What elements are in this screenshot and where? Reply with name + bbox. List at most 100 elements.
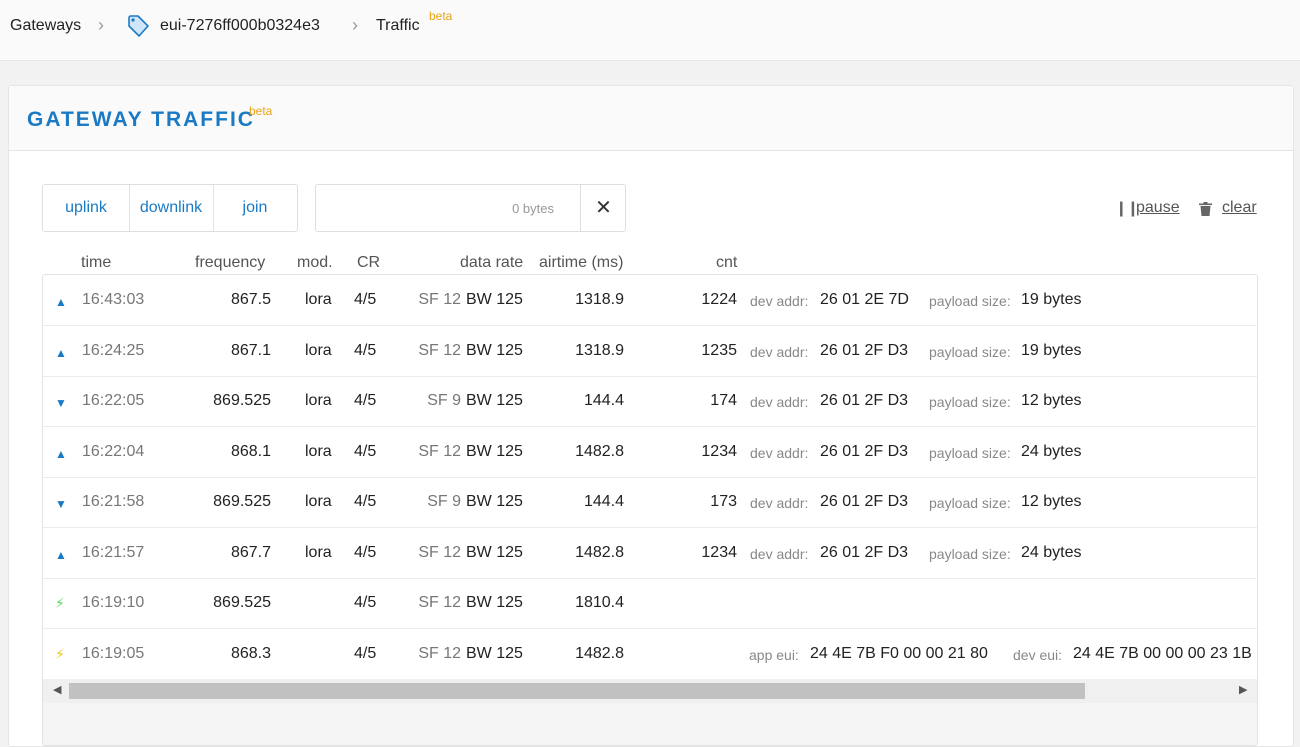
row-modulation: lora [305, 392, 332, 409]
row-frequency: 869.525 [213, 493, 271, 510]
row-value-1: 26 01 2F D3 [820, 543, 909, 561]
row-value-1: 26 01 2F D3 [820, 493, 909, 510]
pause-icon: ❙❙ [1115, 200, 1139, 217]
row-value-2: 12 bytes [1021, 493, 1082, 510]
uplink-arrow-icon: ▲ [55, 345, 67, 360]
breadcrumb: Gateways › eui-7276ff000b0324e3 › Traffi… [0, 0, 1300, 61]
row-bandwidth: BW 125 [466, 442, 523, 460]
row-label-1: dev addr: [750, 495, 809, 511]
pause-button[interactable]: pause [1136, 199, 1180, 217]
payload-filter-input[interactable] [316, 185, 566, 231]
row-airtime: 1482.8 [575, 543, 624, 561]
row-frequency: 868.1 [230, 442, 271, 460]
row-value-2: 12 bytes [1021, 392, 1082, 409]
table-row[interactable]: ▲ 16:43:03 867.5 lora 4/5 SF 12 BW 125 1318.9 12… [43, 275, 1257, 326]
row-time: 16:24:25 [82, 341, 145, 359]
row-label-2: payload size: [929, 293, 1011, 309]
scrollbar-thumb[interactable] [69, 683, 1085, 699]
row-cnt: 1234 [701, 442, 737, 460]
column-header-modulation: mod. [297, 254, 333, 271]
scroll-left-icon[interactable]: ◀ [53, 683, 61, 696]
row-cr: 4/5 [354, 644, 377, 662]
row-label-1: app eui: [749, 646, 799, 663]
column-header-time: time [81, 254, 112, 271]
chevron-right-icon: › [352, 15, 358, 35]
row-value-1: 26 01 2F D3 [820, 392, 909, 409]
table-row[interactable]: ▼ 16:22:05 869.525 lora 4/5 SF 9 BW 125 144.4 17… [43, 376, 1257, 427]
row-bandwidth: BW 125 [466, 392, 523, 409]
column-header-cr: CR [357, 254, 381, 271]
row-time: 16:19:05 [82, 644, 145, 662]
row-label-2: payload size: [929, 545, 1011, 562]
row-airtime: 1810.4 [575, 594, 624, 611]
table-row[interactable]: ⚡ 16:19:05 868.3 4/5 SF 12 BW 125 1482.8 app eu… [43, 629, 1257, 680]
filter-uplink-button[interactable]: uplink [43, 185, 129, 231]
breadcrumb-gateway-id[interactable]: eui-7276ff000b0324e3 [160, 17, 320, 35]
card-header: GATEWAY TRAFFIC beta [9, 86, 1293, 151]
row-label-1: dev addr: [750, 293, 809, 309]
scroll-right-icon[interactable]: ▶ [1239, 683, 1247, 696]
row-time: 16:22:04 [82, 442, 145, 460]
row-time: 16:43:03 [82, 291, 145, 308]
breadcrumb-gateways[interactable]: Gateways [10, 17, 81, 35]
row-time: 16:21:58 [82, 493, 145, 510]
row-value-2: 19 bytes [1021, 341, 1082, 359]
table-row[interactable]: ▲ 16:21:57 867.7 lora 4/5 SF 12 BW 125 1482.8 12… [43, 528, 1257, 579]
beta-badge: beta [249, 104, 273, 118]
row-label-1: dev addr: [750, 444, 809, 461]
row-airtime: 144.4 [583, 493, 624, 510]
filter-downlink-button[interactable]: downlink [129, 185, 213, 231]
row-cr: 4/5 [354, 341, 377, 359]
downlink-arrow-icon: ▼ [55, 396, 67, 410]
table-row[interactable]: ▲ 16:24:25 867.1 lora 4/5 SF 12 BW 125 1318.9 12… [43, 326, 1257, 377]
row-cr: 4/5 [354, 594, 377, 611]
row-spreading-factor: SF 12 [418, 594, 461, 611]
row-airtime: 1482.8 [575, 442, 624, 460]
filter-join-button[interactable]: join [213, 185, 297, 231]
table-row[interactable]: ▼ 16:21:58 869.525 lora 4/5 SF 9 BW 125 144.4 17… [43, 477, 1257, 528]
row-bandwidth: BW 125 [466, 543, 523, 561]
row-value-2: 24 bytes [1021, 543, 1082, 561]
join-request-icon: ⚡ [55, 645, 65, 662]
row-modulation: lora [305, 543, 332, 561]
trash-icon [1199, 202, 1212, 216]
row-bandwidth: BW 125 [466, 291, 523, 308]
row-modulation: lora [305, 493, 332, 510]
row-frequency: 868.3 [230, 644, 271, 662]
page-title: GATEWAY TRAFFIC [27, 108, 255, 131]
payload-filter: ✕ [315, 184, 626, 232]
close-icon[interactable]: ✕ [580, 185, 626, 231]
row-cnt: 1235 [701, 341, 737, 359]
row-bandwidth: BW 125 [466, 594, 523, 611]
row-airtime: 1318.9 [575, 291, 624, 308]
row-value-2: 19 bytes [1021, 291, 1082, 308]
uplink-arrow-icon: ▲ [55, 295, 67, 309]
row-bandwidth: BW 125 [466, 493, 523, 510]
column-header-cnt: cnt [716, 254, 738, 271]
column-header-airtime: airtime (ms) [539, 254, 624, 271]
row-modulation: lora [305, 291, 332, 308]
table-row[interactable]: ⚡ 16:19:10 869.525 4/5 SF 12 BW 125 1810.4 [43, 578, 1257, 629]
row-spreading-factor: SF 12 [418, 543, 461, 561]
row-cnt: 1224 [701, 291, 737, 308]
uplink-arrow-icon: ▲ [55, 446, 67, 461]
chevron-right-icon: › [98, 15, 104, 35]
horizontal-scrollbar[interactable]: ◀ ▶ [43, 679, 1257, 703]
row-frequency: 867.5 [230, 291, 271, 308]
row-label-2: payload size: [929, 495, 1011, 511]
row-label-2: payload size: [929, 394, 1011, 410]
row-time: 16:22:05 [82, 392, 145, 409]
gateway-tag-icon [128, 15, 150, 38]
breadcrumb-traffic: Traffic [376, 17, 420, 34]
row-cr: 4/5 [354, 442, 377, 460]
row-value-2: 24 bytes [1021, 442, 1082, 460]
table-row[interactable]: ▲ 16:22:04 868.1 lora 4/5 SF 12 BW 125 1482.8 12… [43, 427, 1257, 478]
row-modulation: lora [305, 442, 332, 460]
row-cr: 4/5 [354, 493, 377, 510]
clear-button[interactable]: clear [1222, 199, 1257, 217]
row-spreading-factor: SF 12 [418, 291, 461, 308]
row-spreading-factor: SF 12 [418, 644, 461, 662]
row-spreading-factor: SF 12 [418, 341, 461, 359]
row-spreading-factor: SF 9 [427, 392, 461, 409]
table-footer [43, 703, 1257, 745]
